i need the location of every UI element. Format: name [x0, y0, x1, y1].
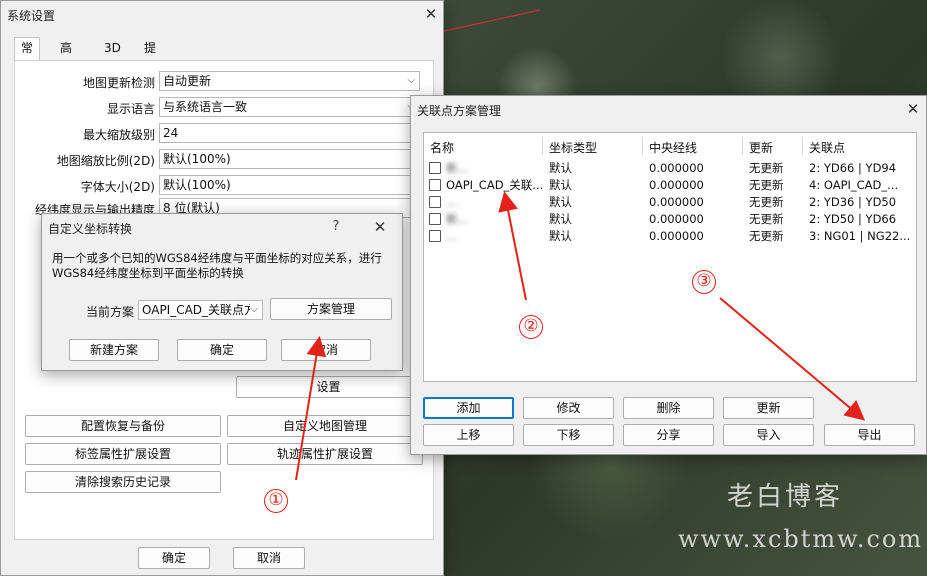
annotation-marker-3: ③: [692, 270, 716, 294]
arrow-3: [719, 297, 866, 421]
annotation-marker-1: ①: [264, 489, 288, 513]
arrow-2: [498, 191, 527, 301]
annotation-marker-2: ②: [519, 315, 543, 339]
arrow-1: [295, 336, 327, 481]
watermark-title: 老白博客: [727, 482, 844, 512]
watermark-url: www.xcbtmw.com: [678, 525, 924, 553]
